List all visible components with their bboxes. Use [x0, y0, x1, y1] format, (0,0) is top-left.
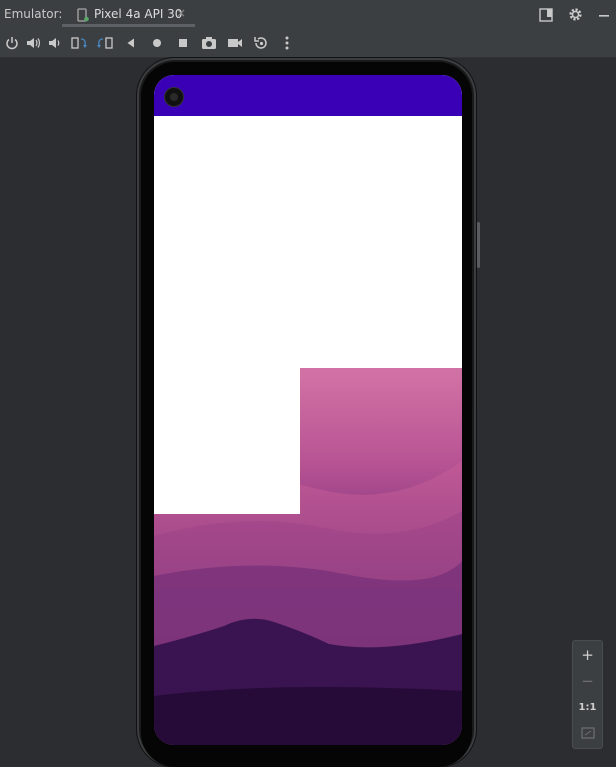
power-side-button: [477, 222, 480, 268]
rotate-right-icon[interactable]: [97, 35, 113, 51]
emulator-label: Emulator:: [4, 7, 63, 21]
zoom-in-button[interactable]: +: [573, 643, 602, 667]
white-region-left: [154, 116, 300, 514]
camera-icon: [164, 87, 184, 107]
status-bar: [154, 75, 462, 116]
gear-icon[interactable]: [568, 7, 583, 26]
zoom-fit-button[interactable]: [573, 721, 602, 745]
tab-label: Pixel 4a API 30: [94, 7, 183, 21]
zoom-actual-size-button[interactable]: 1:1: [573, 695, 602, 719]
back-icon[interactable]: [123, 35, 139, 51]
title-bar: Emulator: Pixel 4a API 30 ×: [0, 0, 616, 29]
minimize-icon[interactable]: [598, 7, 610, 26]
power-icon[interactable]: [4, 35, 20, 51]
zoom-out-button[interactable]: −: [573, 669, 602, 693]
fit-screen-icon: [580, 727, 595, 739]
tab-pixel-4a[interactable]: Pixel 4a API 30 ×: [62, 0, 195, 29]
white-region-top: [300, 116, 462, 368]
close-icon[interactable]: ×: [176, 6, 186, 20]
layout-icon[interactable]: [539, 7, 553, 26]
record-icon[interactable]: [227, 35, 243, 51]
screenshot-icon[interactable]: [201, 35, 217, 51]
device-screen[interactable]: [154, 75, 462, 745]
right-tools: [529, 6, 610, 24]
volume-up-icon[interactable]: [26, 35, 42, 51]
device-icon: [77, 8, 89, 22]
overview-icon[interactable]: [175, 35, 191, 51]
tab-underline: [62, 24, 195, 27]
snapshot-icon[interactable]: [253, 35, 269, 51]
more-icon[interactable]: [279, 35, 295, 51]
zoom-control: + − 1:1: [572, 640, 603, 749]
rotate-left-icon[interactable]: [71, 35, 87, 51]
volume-side-button: [477, 318, 479, 408]
volume-down-icon[interactable]: [48, 35, 64, 51]
emulator-toolbar: [0, 29, 616, 58]
home-icon[interactable]: [149, 35, 165, 51]
